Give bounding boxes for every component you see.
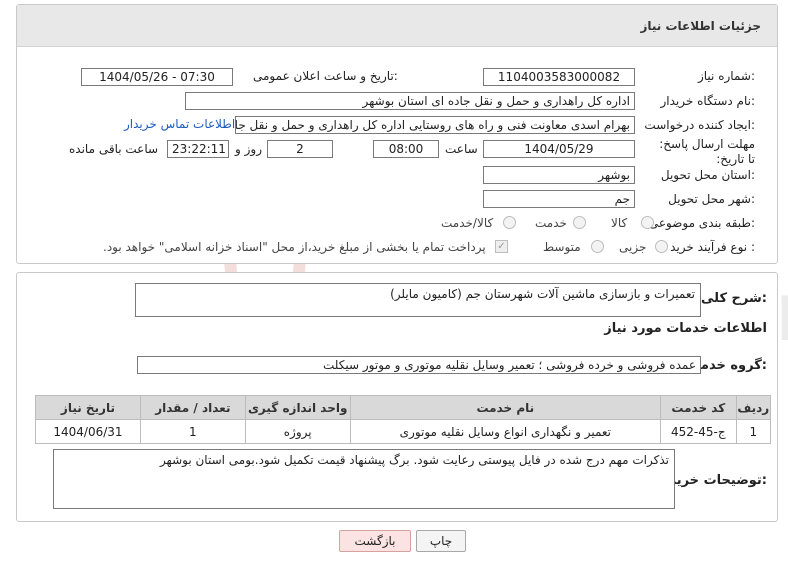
time-label: ساعت [445,142,478,156]
days-label: روز و [235,142,262,156]
category-option-goods-service: کالا/خدمت [441,216,494,230]
cell-row-number: 1 [735,419,772,444]
days-field[interactable]: 2 [267,140,333,158]
cell-unit: پروژه [244,419,351,444]
category-radio-service[interactable] [573,216,586,229]
col-service-code: کد خدمت [660,395,737,420]
announce-label: تاریخ و ساعت اعلان عمومی: [253,69,398,83]
category-option-service: خدمت [535,216,567,230]
category-label: طبقه بندی موضوعی: [648,216,755,230]
col-quantity: تعداد / مقدار [139,395,246,420]
deadline-label: مهلت ارسال پاسخ: تا تاریخ: [659,137,755,166]
cell-service-name: تعمیر و نگهداری انواع وسایل نقلیه موتوری [349,419,662,444]
need-details-panel: جزئیات اطلاعات نیاز شماره نیاز: 11040035… [16,4,778,264]
cell-service-code: ج-45-452 [660,419,737,444]
payment-note: پرداخت تمام یا بخشی از مبلغ خرید،از محل … [103,240,486,254]
process-radio-medium[interactable] [591,240,604,253]
process-option-medium: متوسط [543,240,581,254]
col-service-name: نام خدمت [349,395,662,420]
page-title: جزئیات اطلاعات نیاز [640,19,761,33]
print-button[interactable]: چاپ [416,530,466,552]
announce-datetime-field[interactable]: 1404/05/26 - 07:30 [81,68,233,86]
buyer-org-label: نام دستگاه خریدار: [660,94,756,108]
panel-header: جزئیات اطلاعات نیاز [17,5,777,47]
need-number-label: شماره نیاز: [697,69,755,83]
process-label: نوع فرآیند خرید : [670,240,755,254]
creator-label: ایجاد کننده درخواست: [644,118,755,132]
service-group-field[interactable]: عمده فروشی و خرده فروشی ؛ تعمیر وسایل نق… [137,356,701,374]
buyer-org-field[interactable]: اداره کل راهداری و حمل و نقل جاده ای است… [185,92,635,110]
col-need-date: تاریخ نیاز [35,395,141,420]
category-radio-goods-service[interactable] [503,216,516,229]
table-header-row: ردیف کد خدمت نام خدمت واحد اندازه گیری ت… [35,395,772,420]
buyer-contact-link[interactable]: اطلاعات تماس خریدار [124,117,235,131]
services-table: ردیف کد خدمت نام خدمت واحد اندازه گیری ت… [35,395,772,444]
process-radio-minor[interactable] [655,240,668,253]
back-button[interactable]: بازگشت [339,530,411,552]
remaining-label: ساعت باقی مانده [69,142,159,156]
table-row[interactable]: 1 ج-45-452 تعمیر و نگهداری انواع وسایل ن… [35,419,772,444]
buyer-notes-textarea[interactable]: تذکرات مهم درج شده در فایل پیوستی رعایت … [53,449,675,509]
cell-need-date: 1404/06/31 [35,419,141,444]
service-details-panel: شرح کلی نیاز: تعمیرات و بازسازی ماشین آل… [16,272,778,522]
city-label: شهر محل تحویل: [668,192,755,206]
deadline-time-field[interactable]: 08:00 [373,140,439,158]
deadline-date-field[interactable]: 1404/05/29 [483,140,635,158]
category-option-goods: کالا [611,216,628,230]
province-label: استان محل تحویل: [660,168,755,182]
remaining-time-field[interactable]: 23:22:11 [167,140,229,158]
city-field[interactable]: جم [483,190,635,208]
treasury-checkbox[interactable]: ✓ [495,240,508,253]
need-number-field[interactable]: 1104003583000082 [483,68,635,86]
cell-quantity: 1 [139,419,246,444]
creator-field[interactable]: بهرام اسدی معاونت فنی و راه های روستایی … [235,116,635,134]
services-heading: اطلاعات خدمات مورد نیاز [604,321,767,336]
col-row-number: ردیف [735,395,772,420]
summary-textarea[interactable]: تعمیرات و بازسازی ماشین آلات شهرستان جم … [135,283,701,317]
category-radio-goods[interactable] [641,216,654,229]
province-field[interactable]: بوشهر [483,166,635,184]
process-option-minor: جزیی [619,240,647,254]
col-unit: واحد اندازه گیری [244,395,351,420]
